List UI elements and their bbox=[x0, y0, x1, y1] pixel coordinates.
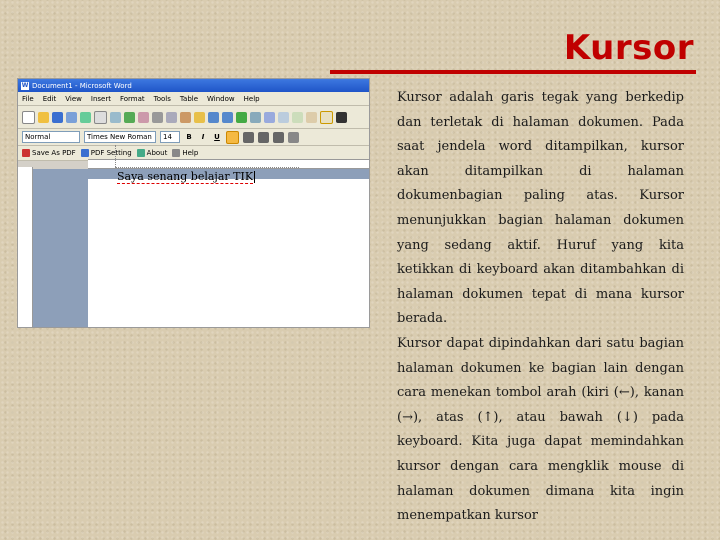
save-icon[interactable] bbox=[52, 111, 63, 123]
formatting-toolbar: Normal Times New Roman 14 B I U bbox=[18, 129, 369, 146]
pdf-icon bbox=[22, 149, 30, 157]
menu-tools[interactable]: Tools bbox=[154, 95, 171, 103]
menu-edit[interactable]: Edit bbox=[43, 95, 57, 103]
paragraph-1: Kursor adalah garis tegak yang berkedip … bbox=[397, 90, 684, 327]
document-area bbox=[33, 169, 369, 327]
justify-icon[interactable] bbox=[273, 131, 284, 143]
show-hide-icon[interactable] bbox=[336, 111, 347, 123]
format-painter-icon[interactable] bbox=[194, 111, 205, 123]
standard-toolbar bbox=[18, 106, 369, 129]
open-folder-icon[interactable] bbox=[38, 111, 49, 123]
help-icon bbox=[172, 149, 181, 157]
bold-button[interactable]: B bbox=[184, 133, 194, 141]
word-window-screenshot: W Document1 - Microsoft Word File Edit V… bbox=[17, 78, 370, 328]
hyperlink-icon[interactable] bbox=[236, 111, 247, 123]
style-select[interactable]: Normal bbox=[22, 131, 80, 143]
align-left-icon[interactable] bbox=[226, 130, 239, 144]
font-size-select[interactable]: 14 bbox=[160, 131, 180, 143]
help-label: Help bbox=[182, 149, 199, 157]
new-document-icon[interactable] bbox=[22, 110, 35, 124]
title-underline bbox=[330, 70, 696, 74]
menu-insert[interactable]: Insert bbox=[91, 95, 111, 103]
align-center-icon[interactable] bbox=[243, 131, 254, 143]
vertical-ruler[interactable] bbox=[18, 167, 33, 327]
menu-view[interactable]: View bbox=[65, 95, 82, 103]
settings-icon bbox=[80, 149, 89, 157]
word-window-title: Document1 - Microsoft Word bbox=[32, 81, 132, 90]
excel-icon[interactable] bbox=[278, 111, 289, 123]
insert-table-icon[interactable] bbox=[264, 111, 275, 123]
word-titlebar: W Document1 - Microsoft Word bbox=[18, 79, 369, 92]
redo-icon[interactable] bbox=[222, 111, 233, 123]
print-icon[interactable] bbox=[94, 110, 107, 124]
italic-button[interactable]: I bbox=[198, 133, 208, 141]
cut-icon[interactable] bbox=[152, 111, 163, 123]
undo-icon[interactable] bbox=[208, 111, 219, 123]
document-body-text[interactable]: Saya senang belajar TIK bbox=[117, 170, 256, 184]
pdf-setting-label: PDF Setting bbox=[90, 149, 132, 157]
text-boundary-left bbox=[115, 145, 116, 167]
columns-icon[interactable] bbox=[292, 111, 303, 123]
menu-window[interactable]: Window bbox=[207, 95, 235, 103]
align-right-icon[interactable] bbox=[258, 131, 269, 143]
slide-title: Kursor bbox=[563, 28, 694, 68]
typed-text: Saya senang belajar TIK bbox=[117, 170, 254, 184]
help-button[interactable]: Help bbox=[172, 149, 198, 157]
tables-icon[interactable] bbox=[250, 111, 261, 123]
font-select[interactable]: Times New Roman bbox=[84, 131, 156, 143]
document-map-icon[interactable] bbox=[320, 110, 333, 124]
drawing-icon[interactable] bbox=[306, 111, 317, 123]
save-as-pdf-button[interactable]: Save As PDF bbox=[22, 149, 76, 157]
menu-format[interactable]: Format bbox=[120, 95, 145, 103]
underline-button[interactable]: U bbox=[212, 133, 222, 141]
document-page[interactable] bbox=[88, 179, 369, 327]
save-as-pdf-label: Save As PDF bbox=[32, 149, 76, 157]
line-spacing-icon[interactable] bbox=[288, 131, 299, 143]
text-cursor bbox=[254, 171, 256, 183]
info-icon bbox=[136, 149, 145, 157]
about-label: About bbox=[146, 149, 168, 157]
permission-icon[interactable] bbox=[66, 111, 77, 123]
print-preview-icon[interactable] bbox=[110, 111, 121, 123]
spelling-icon[interactable] bbox=[124, 111, 135, 123]
word-app-icon: W bbox=[21, 81, 29, 90]
about-button[interactable]: About bbox=[136, 149, 168, 157]
email-icon[interactable] bbox=[80, 111, 91, 123]
pdf-setting-button[interactable]: PDF Setting bbox=[80, 149, 132, 157]
text-boundary-top bbox=[115, 167, 299, 168]
paragraph-2: Kursor dapat dipindahkan dari satu bagia… bbox=[397, 335, 684, 524]
menu-file[interactable]: File bbox=[22, 95, 34, 103]
paste-icon[interactable] bbox=[180, 111, 191, 123]
menu-help[interactable]: Help bbox=[244, 95, 260, 103]
research-icon[interactable] bbox=[138, 111, 149, 123]
menu-table[interactable]: Table bbox=[180, 95, 198, 103]
slide-body: Kursor adalah garis tegak yang berkedip … bbox=[397, 86, 684, 529]
word-menubar: File Edit View Insert Format Tools Table… bbox=[18, 92, 369, 106]
copy-icon[interactable] bbox=[166, 111, 177, 123]
